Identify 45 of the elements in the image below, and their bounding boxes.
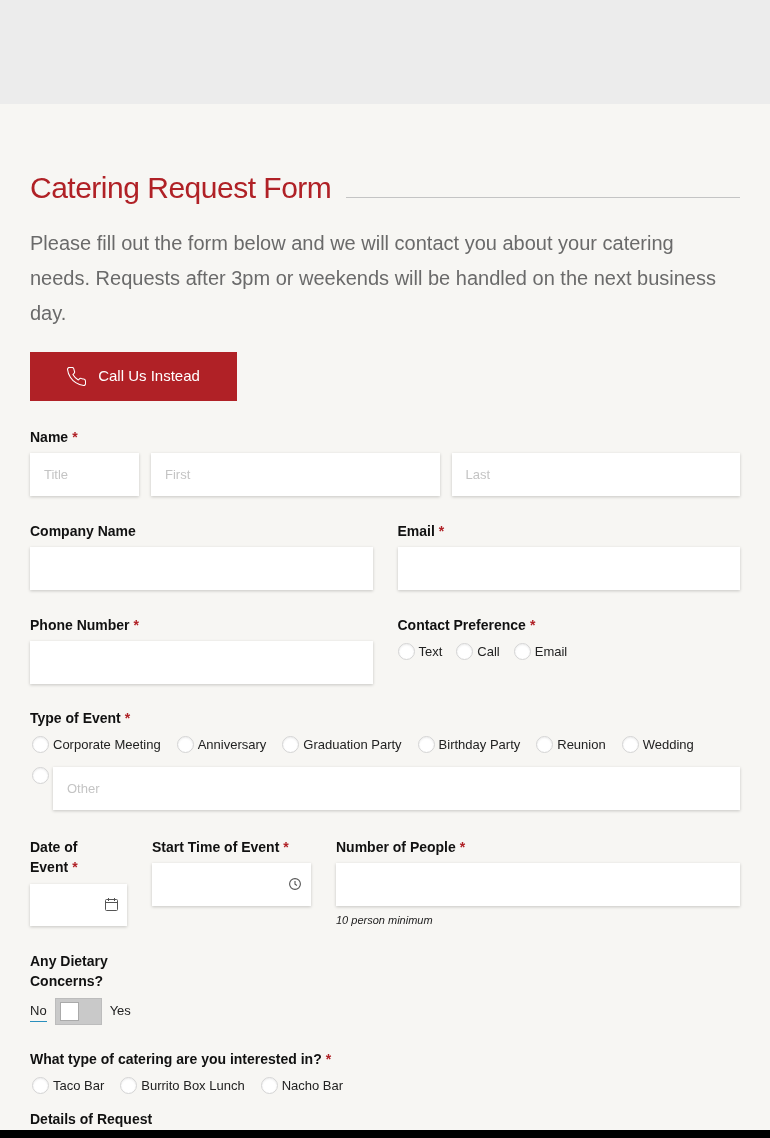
time-field[interactable] — [152, 862, 311, 906]
company-name-field[interactable] — [30, 547, 373, 590]
date-field[interactable] — [30, 883, 127, 926]
name-field[interactable]: Title — [30, 453, 139, 496]
radio-option[interactable]: Text — [397, 642, 443, 662]
other-field[interactable]: Other — [53, 766, 740, 810]
radio-option[interactable]: Corporate Meeting — [32, 735, 161, 755]
field-label: Start Time of Event * — [152, 837, 290, 857]
email-field[interactable] — [397, 547, 740, 590]
radio-option[interactable]: Graduation Party — [282, 735, 402, 755]
radio-option[interactable]: Call — [456, 642, 500, 662]
field-label: Company Name — [30, 522, 137, 541]
radio-option[interactable]: Birthday Party — [417, 735, 521, 755]
clock-icon — [289, 878, 301, 890]
name-field[interactable]: Last — [451, 453, 740, 496]
radio-option[interactable]: Reunion — [536, 735, 606, 755]
field-label: Type of Event * — [30, 709, 132, 728]
radio-option[interactable]: Nacho Bar — [260, 1076, 344, 1096]
radio-button[interactable] — [32, 766, 49, 784]
field-label: Phone Number * — [30, 616, 141, 635]
toggle-on-label[interactable]: Yes — [109, 1000, 131, 1023]
name-field[interactable]: First — [151, 453, 440, 496]
field-label: What type of catering are you interested in? * — [30, 1050, 333, 1069]
form-title: Catering Request Form — [30, 170, 332, 206]
intro-paragraph: Please fill out the form below and we will contact you about your catering needs. Requests after 3pm or weekends will be handled on the next business day. — [30, 231, 717, 326]
toggle-switch[interactable] — [54, 998, 102, 1025]
radio-option[interactable]: Taco Bar — [32, 1076, 105, 1096]
radio-option[interactable]: Anniversary — [176, 735, 267, 755]
field-label: Number of People * — [336, 837, 467, 857]
field-label: Any Dietary Concerns? — [30, 952, 109, 991]
phone-icon — [67, 367, 87, 386]
field-label: Name * — [30, 428, 79, 447]
number-of-people-field[interactable] — [336, 862, 740, 906]
field-label: Date of Event * — [30, 837, 79, 877]
phone-number-field[interactable] — [30, 641, 373, 684]
toggle-off-label[interactable]: No — [30, 1000, 47, 1023]
radio-option[interactable]: Email — [513, 642, 568, 662]
field-label: Email * — [397, 522, 446, 541]
hint-text: 10 person minimum — [336, 912, 434, 928]
field-label: Details of Request — [30, 1109, 153, 1129]
field-label: Contact Preference * — [397, 616, 537, 635]
radio-option[interactable]: Wedding — [621, 735, 694, 755]
call-button[interactable]: Call Us Instead — [30, 352, 237, 401]
radio-option[interactable]: Burrito Box Lunch — [120, 1076, 245, 1096]
calendar-icon — [105, 898, 118, 911]
